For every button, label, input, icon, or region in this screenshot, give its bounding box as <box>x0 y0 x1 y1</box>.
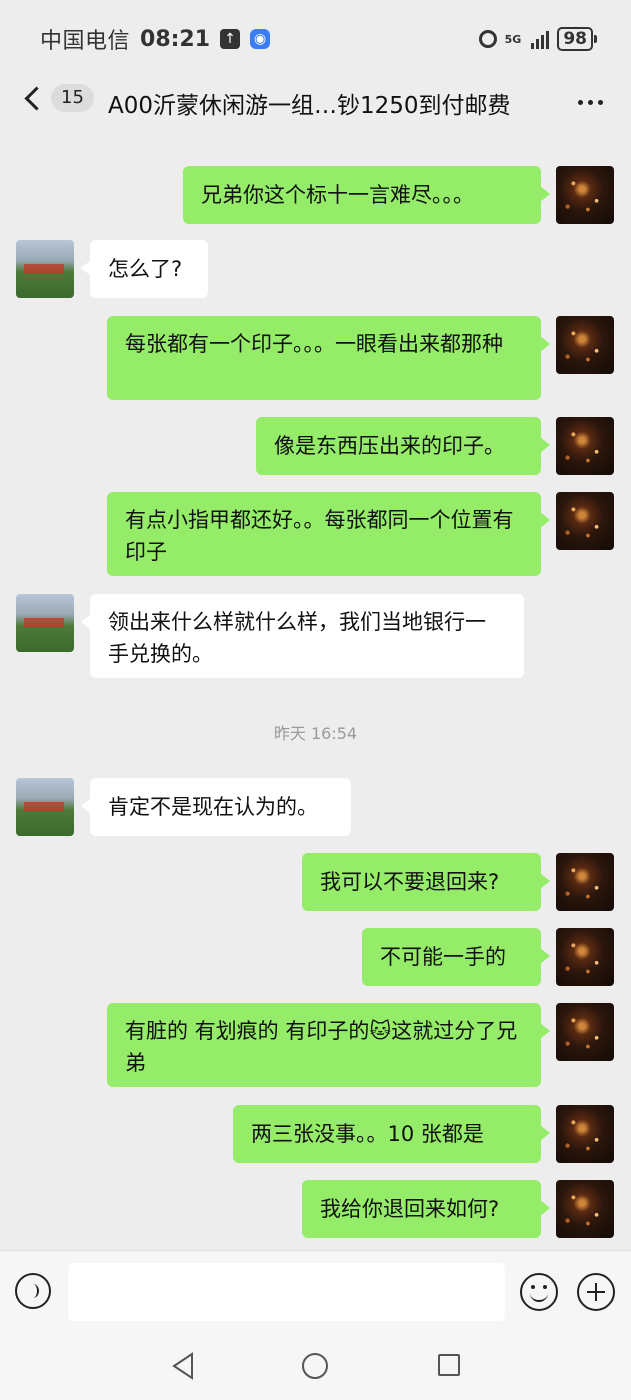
self-avatar[interactable] <box>556 928 614 986</box>
signal-icon <box>531 29 550 49</box>
self-avatar[interactable] <box>556 1105 614 1163</box>
status-left: 中国电信 08:21 ↑ ◉ <box>40 23 271 55</box>
message-bubble-self[interactable]: 我给你退回来如何? <box>302 1180 550 1238</box>
app-notification-icon: ◉ <box>250 29 271 49</box>
message-bubble-self[interactable]: 像是东西压出来的印子。 <box>256 417 550 475</box>
system-nav-bar <box>0 1334 631 1400</box>
contact-avatar[interactable] <box>16 240 74 298</box>
message-bubble-self[interactable]: 我可以不要退回来? <box>302 853 550 911</box>
nav-back-icon[interactable] <box>170 1352 196 1380</box>
emoji-icon[interactable] <box>520 1273 558 1311</box>
voice-input-icon[interactable] <box>15 1273 51 1309</box>
message-bubble-self[interactable]: 每张都有一个印子。。。一眼看出来都那种 <box>107 316 550 400</box>
contact-avatar[interactable] <box>16 594 74 652</box>
carrier-name: 中国电信 <box>40 29 131 54</box>
more-options-icon[interactable] <box>578 100 603 105</box>
self-avatar[interactable] <box>556 316 614 374</box>
message-input[interactable] <box>68 1263 505 1321</box>
message-bubble-self[interactable]: 有点小指甲都还好。。每张都同一个位置有印子 <box>107 492 550 576</box>
message-bubble-self[interactable]: 有脏的 有划痕的 有印子的🐱这就过分了兄弟 <box>107 1003 550 1087</box>
message-bubble-self[interactable]: 不可能一手的 <box>362 928 550 986</box>
self-avatar[interactable] <box>556 417 614 475</box>
battery-level: 98 <box>557 27 597 51</box>
message-bubble-other[interactable]: 肯定不是现在认为的。 <box>81 778 351 836</box>
message-bubble-other[interactable]: 怎么了? <box>81 240 208 298</box>
alarm-icon <box>478 30 497 48</box>
message-bubble-self[interactable]: 两三张没事。。10 张都是 <box>233 1105 550 1163</box>
chat-header: 15 A00沂蒙休闲游一组…钞1250到付邮费 <box>0 78 631 128</box>
contact-avatar[interactable] <box>16 778 74 836</box>
message-timestamp: 昨天 16:54 <box>273 724 358 743</box>
chevron-left-icon <box>24 85 49 111</box>
nav-home-icon[interactable] <box>302 1353 328 1379</box>
self-avatar[interactable] <box>556 853 614 911</box>
self-avatar[interactable] <box>556 1003 614 1061</box>
status-bar: 中国电信 08:21 ↑ ◉ 5G 98 <box>0 0 631 78</box>
status-right: 5G 98 <box>478 27 597 51</box>
self-avatar[interactable] <box>556 1180 614 1238</box>
upload-icon: ↑ <box>220 29 241 49</box>
chat-title: A00沂蒙休闲游一组…钞1250到付邮费 <box>108 93 511 119</box>
plus-icon[interactable] <box>577 1273 615 1311</box>
message-bubble-self[interactable]: 兄弟你这个标十一言难尽。。。 <box>183 166 550 224</box>
input-bar <box>0 1250 631 1335</box>
self-avatar[interactable] <box>556 166 614 224</box>
status-time: 08:21 <box>140 26 211 52</box>
self-avatar[interactable] <box>556 492 614 550</box>
back-button[interactable]: 15 <box>20 84 94 112</box>
message-bubble-other[interactable]: 领出来什么样就什么样，我们当地银行一手兑换的。 <box>81 594 524 678</box>
network-type: 5G <box>504 32 522 46</box>
nav-recent-apps-icon[interactable] <box>438 1354 460 1376</box>
unread-count-badge: 15 <box>51 84 94 112</box>
